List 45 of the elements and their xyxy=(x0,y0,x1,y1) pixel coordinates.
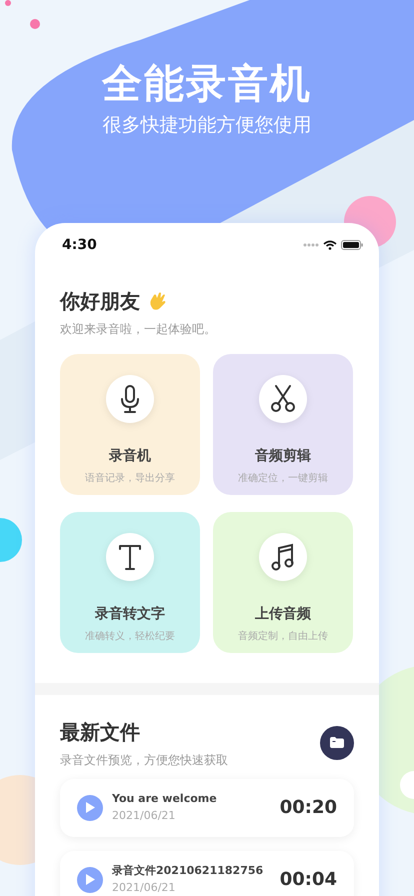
file-duration: 00:04 xyxy=(280,868,337,892)
file-date: 2021/06/21 xyxy=(112,880,176,896)
file-name: 录音文件20210621182756 xyxy=(112,863,264,880)
decor-bubble xyxy=(5,0,11,6)
feature-subtitle: 语音记录，导出分享 xyxy=(85,472,175,486)
music-note-icon xyxy=(258,532,308,582)
file-name: You are welcome xyxy=(112,791,218,808)
file-card[interactable]: 录音文件20210621182756 2021/06/21 00:04 xyxy=(60,850,354,896)
scissors-icon xyxy=(258,374,308,424)
battery-icon xyxy=(341,240,363,250)
greeting-title: 你好朋友 xyxy=(60,288,140,315)
feature-tile[interactable]: 音频剪辑 准确定位，一键剪辑 xyxy=(213,354,353,495)
text-icon xyxy=(105,532,155,582)
file-date: 2021/06/21 xyxy=(112,808,176,824)
feature-subtitle: 准确定位，一键剪辑 xyxy=(238,472,328,486)
file-duration: 00:20 xyxy=(280,796,337,820)
folder-icon xyxy=(330,737,344,748)
hero-title: 全能录音机 xyxy=(100,62,313,106)
decor-bubble xyxy=(30,19,40,29)
feature-tile[interactable]: 录音机 语音记录，导出分享 xyxy=(60,354,200,495)
section-title: 最新文件 xyxy=(60,718,141,746)
section-subtitle: 录音文件预览，方便您快速获取 xyxy=(60,752,228,769)
play-button[interactable] xyxy=(77,794,103,821)
play-button[interactable] xyxy=(77,866,103,893)
signal-icon xyxy=(303,243,319,248)
decor-bubble xyxy=(0,518,22,562)
wifi-icon xyxy=(323,240,337,250)
feature-subtitle: 音频定制，自由上传 xyxy=(238,630,328,644)
waving-hand-icon xyxy=(148,290,168,311)
feature-title: 音频剪辑 xyxy=(255,446,311,466)
decor-bubble xyxy=(400,771,414,799)
play-icon xyxy=(85,874,95,886)
feature-subtitle: 准确转义，轻松纪要 xyxy=(85,630,175,644)
microphone-icon xyxy=(105,374,155,424)
feature-tile[interactable]: 上传音频 音频定制，自由上传 xyxy=(213,512,353,653)
feature-title: 上传音频 xyxy=(255,604,311,624)
status-time: 4:30 xyxy=(62,236,97,255)
play-icon xyxy=(85,802,95,814)
file-card[interactable]: You are welcome 2021/06/21 00:20 xyxy=(60,778,354,837)
feature-tile[interactable]: 录音转文字 准确转义，轻松纪要 xyxy=(60,512,200,653)
hero-subtitle: 很多快捷功能方便您使用 xyxy=(102,114,312,137)
folder-button[interactable] xyxy=(320,726,354,760)
feature-title: 录音机 xyxy=(109,446,151,466)
feature-title: 录音转文字 xyxy=(95,604,165,624)
greeting-subtitle: 欢迎来录音啦，一起体验吧。 xyxy=(60,320,217,338)
